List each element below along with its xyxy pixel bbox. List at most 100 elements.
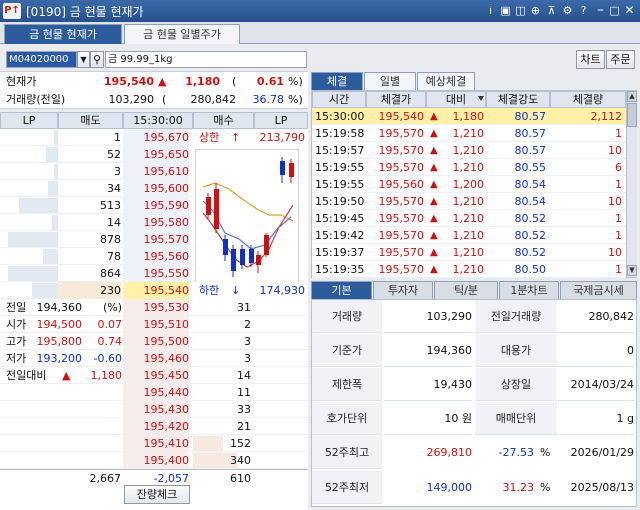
bid-row[interactable]: 195,410 152: [0, 435, 308, 452]
ask-depth-bar: [42, 249, 58, 264]
bid-qty: 3: [244, 335, 251, 348]
tab-basic[interactable]: 기본: [311, 281, 372, 299]
tab-current-price[interactable]: 금 현물 현재가: [4, 24, 122, 44]
ob-header-lp-ask: LP: [0, 112, 58, 129]
bid-price[interactable]: 195,500: [123, 333, 189, 350]
close-icon[interactable]: ✕: [623, 4, 636, 17]
screenshot-icon[interactable]: ◫: [514, 4, 527, 17]
tab-expected[interactable]: 예상체결: [417, 72, 475, 90]
ask-row[interactable]: 3 195,610: [0, 163, 193, 180]
ask-row[interactable]: 52 195,650: [0, 146, 193, 163]
ask-row[interactable]: 513 195,590: [0, 197, 193, 214]
tab-investor[interactable]: 투자자: [373, 281, 433, 299]
trade-row[interactable]: 15:19:55 195,570 ▲ 1,210 80.55 6: [312, 159, 626, 176]
bid-row[interactable]: 195,440 11: [0, 384, 308, 401]
tab-daily[interactable]: 일별: [364, 72, 416, 90]
trade-change: 1,180: [452, 110, 485, 123]
search-icon[interactable]: ⊕: [529, 4, 542, 17]
volume-ratio: 36.78: [252, 93, 285, 106]
ask-price[interactable]: 195,610: [123, 163, 189, 180]
tab-daily-price[interactable]: 금 현물 일별주가: [124, 24, 240, 44]
code-dropdown-button[interactable]: ▼: [77, 51, 90, 68]
trade-change: 1,210: [452, 212, 485, 225]
bid-price[interactable]: 195,420: [123, 418, 189, 435]
maximize-icon[interactable]: □: [608, 4, 621, 17]
bid-row[interactable]: 195,420 21: [0, 418, 308, 435]
trade-volume: 10: [608, 144, 622, 157]
trade-strength: 80.52: [514, 212, 547, 225]
th-volume: 체결량: [550, 91, 626, 108]
trade-row[interactable]: 15:19:50 195,570 ▲ 1,210 80.54 10: [312, 193, 626, 210]
bid-price[interactable]: 195,460: [123, 350, 189, 367]
tab-trades[interactable]: 체결: [311, 72, 363, 90]
trade-row[interactable]: 15:19:35 195,570 ▲ 1,210 80.50 1: [312, 261, 626, 278]
residual-check-button[interactable]: 잔량체크: [124, 485, 190, 504]
trade-row[interactable]: 15:19:55 195,560 ▲ 1,200 80.54 1: [312, 176, 626, 193]
tab-tick[interactable]: 틱/분: [434, 281, 498, 299]
ask-qty: 1: [114, 131, 121, 144]
ask-price[interactable]: 195,670: [123, 129, 189, 146]
scroll-up-icon[interactable]: ▲: [627, 91, 637, 102]
trade-row[interactable]: 15:19:45 195,570 ▲ 1,210 80.52 1: [312, 210, 626, 227]
ask-price[interactable]: 195,560: [123, 248, 189, 265]
trade-time: 15:30:00: [315, 110, 365, 123]
tab-intl-gold[interactable]: 국제금시세: [560, 281, 637, 299]
ask-row[interactable]: 34 195,600: [0, 180, 193, 197]
bid-qty: 21: [237, 420, 251, 433]
trade-row[interactable]: 15:19:58 195,570 ▲ 1,210 80.57 1: [312, 125, 626, 142]
trade-row[interactable]: 15:30:00 195,540 ▲ 1,180 80.57 2,112: [312, 108, 626, 125]
bid-row[interactable]: 195,400 340: [0, 452, 308, 469]
trade-row[interactable]: 15:19:42 195,570 ▲ 1,210 80.52 1: [312, 227, 626, 244]
week52-date: 2026/01/29: [570, 446, 634, 459]
scroll-thumb[interactable]: [627, 103, 637, 127]
tab-1min-chart[interactable]: 1분차트: [499, 281, 559, 299]
sort-icon[interactable]: [478, 96, 484, 101]
trade-row[interactable]: 15:19:57 195,570 ▲ 1,210 80.57 10: [312, 142, 626, 159]
link-icon[interactable]: ▣: [499, 4, 512, 17]
ask-row[interactable]: 878 195,570: [0, 231, 193, 248]
ask-row[interactable]: 864 195,550: [0, 265, 193, 282]
minimize-icon[interactable]: –: [594, 3, 607, 17]
ask-row[interactable]: 1 195,670: [0, 129, 193, 146]
panel-icon[interactable]: i: [484, 4, 497, 17]
magnifier-icon[interactable]: ⚲: [90, 51, 104, 68]
trade-tabs: 체결 일별 예상체결: [311, 72, 637, 90]
chart-button[interactable]: 차트: [576, 50, 605, 69]
ask-price[interactable]: 195,570: [123, 231, 189, 248]
ask-price[interactable]: 195,650: [123, 146, 189, 163]
code-input[interactable]: M04020000: [6, 51, 77, 68]
th-strength: 체결강도: [486, 91, 550, 108]
bid-price[interactable]: 195,410: [123, 435, 189, 452]
ask-price[interactable]: 195,590: [123, 197, 189, 214]
order-button[interactable]: 주문: [606, 50, 635, 69]
bid-price[interactable]: 195,450: [123, 367, 189, 384]
ask-price[interactable]: 195,550: [123, 265, 189, 282]
scroll-down-icon[interactable]: ▼: [627, 265, 637, 276]
bid-qty: 31: [237, 301, 251, 314]
bid-price[interactable]: 195,440: [123, 384, 189, 401]
pin-icon[interactable]: ⊼: [545, 4, 558, 17]
trades-scrollbar[interactable]: ▲ ▼: [626, 91, 637, 277]
stat-value: 193,200: [36, 352, 83, 365]
trade-row[interactable]: 15:19:37 195,570 ▲ 1,210 80.52 10: [312, 244, 626, 261]
ask-price[interactable]: 195,580: [123, 214, 189, 231]
ask-row[interactable]: 230 195,540: [0, 282, 193, 299]
ob-header-ask: 매도: [58, 112, 123, 129]
bid-price[interactable]: 195,430: [123, 401, 189, 418]
trade-change: 1,210: [452, 127, 485, 140]
ask-row[interactable]: 78 195,560: [0, 248, 193, 265]
trade-volume: 1: [615, 263, 622, 276]
bid-price[interactable]: 195,510: [123, 316, 189, 333]
ask-price[interactable]: 195,600: [123, 180, 189, 197]
ask-row[interactable]: 14 195,580: [0, 214, 193, 231]
bid-row[interactable]: 195,430 33: [0, 401, 308, 418]
bid-price[interactable]: 195,400: [123, 452, 189, 469]
bid-price[interactable]: 195,530: [123, 299, 189, 316]
settings-icon[interactable]: ⚙: [561, 4, 574, 17]
bid-qty: 11: [237, 386, 251, 399]
ask-price[interactable]: 195,540: [123, 282, 189, 299]
help-icon[interactable]: ?: [577, 4, 590, 17]
info-label: 제한폭: [312, 368, 382, 401]
trade-strength: 80.57: [514, 144, 547, 157]
orderbook-totals: 2,667 -2,057 610: [0, 469, 308, 486]
